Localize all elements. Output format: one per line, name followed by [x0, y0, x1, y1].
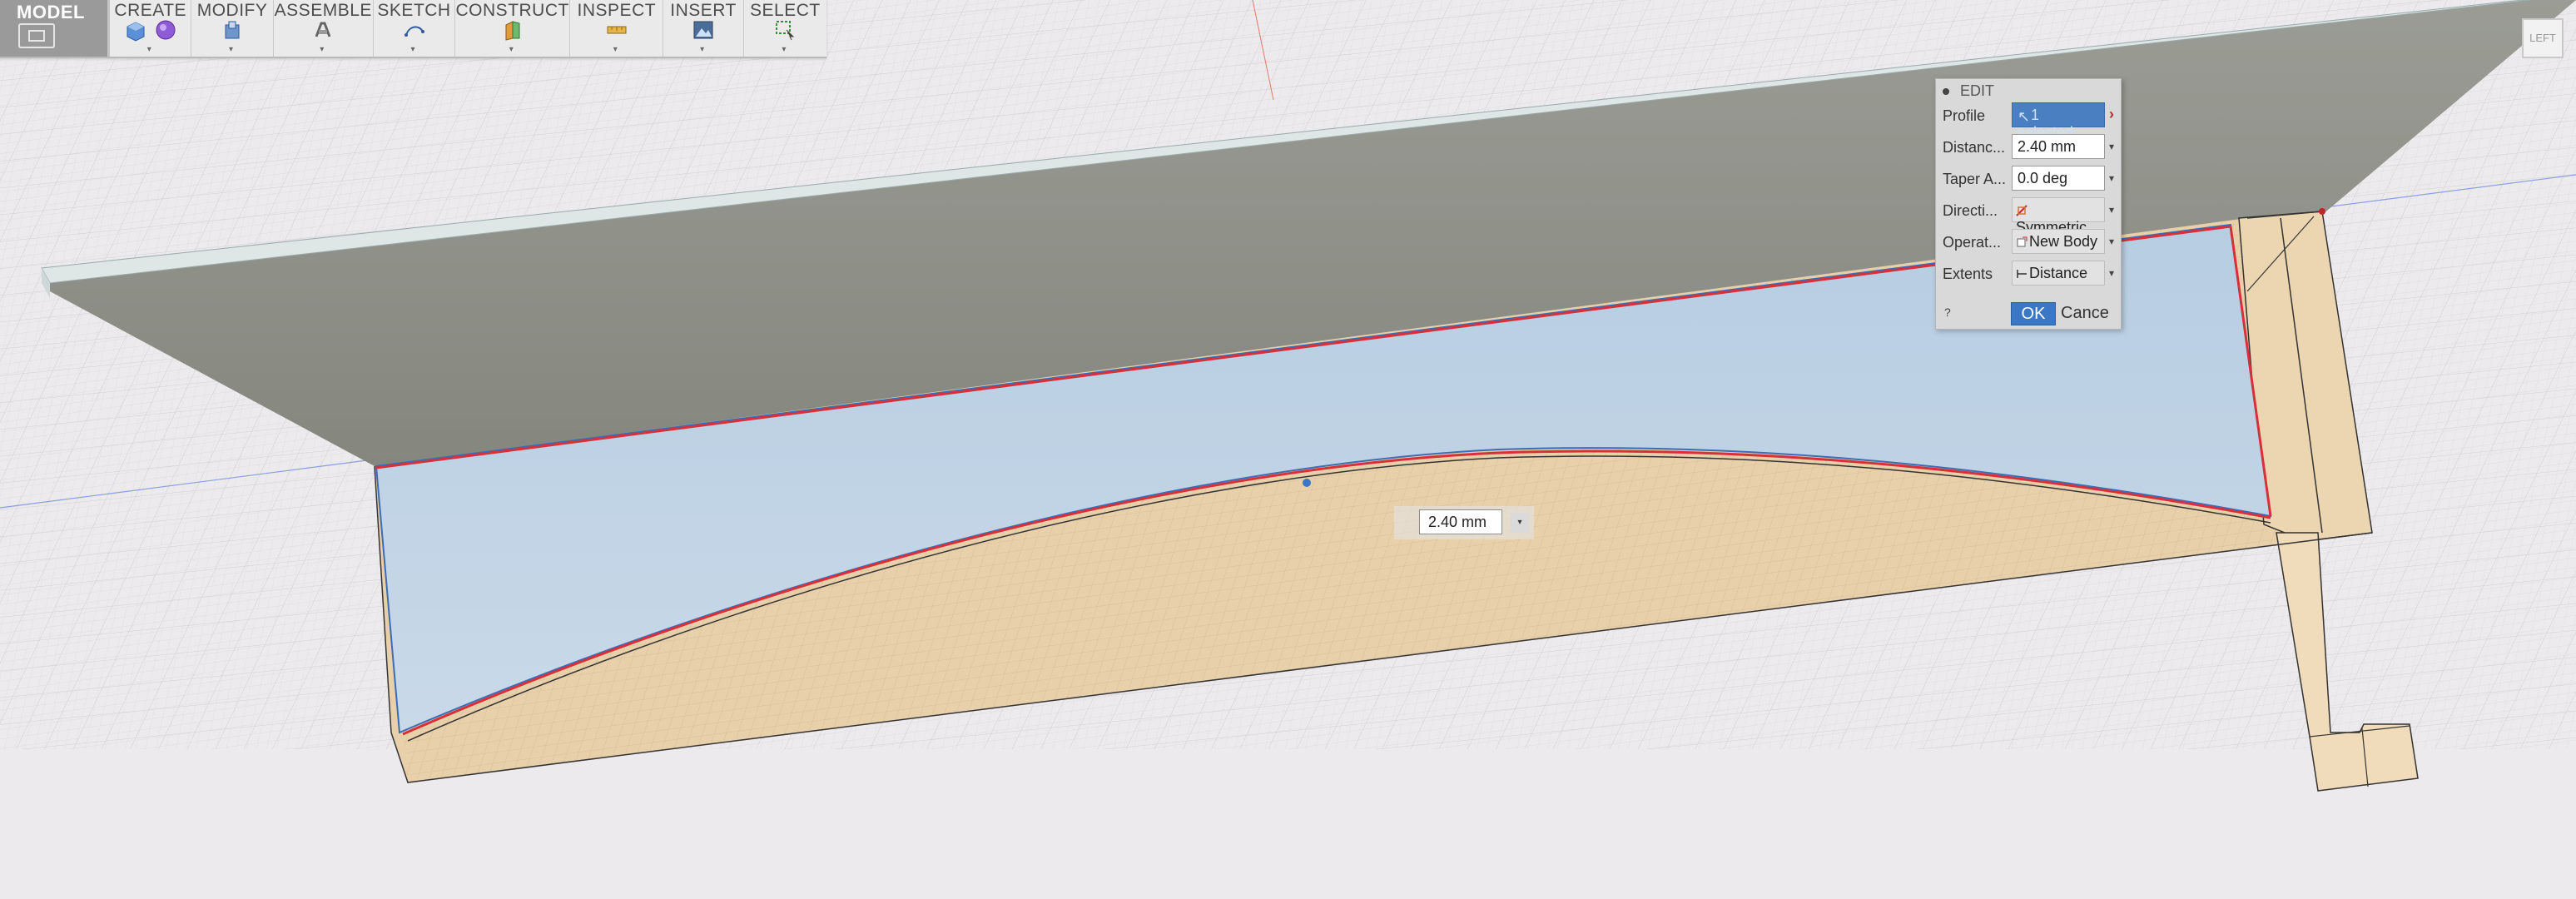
extrude-edit-panel: EDIT Profile ↖1 selected › Distanc... 2.…: [1935, 78, 2122, 330]
window-select-icon[interactable]: [773, 18, 797, 42]
toolbar-select[interactable]: SELECT ▾: [744, 0, 826, 57]
cursor-icon: ↖: [2018, 108, 2031, 125]
profile-selector[interactable]: ↖1 selected: [2012, 102, 2105, 141]
taper-dropdown-icon[interactable]: ▾: [2109, 172, 2114, 184]
toolbar-modify[interactable]: MODIFY ▾: [191, 0, 274, 57]
toolbar-inspect[interactable]: INSPECT ▾: [570, 0, 664, 57]
panel-title: EDIT: [1960, 82, 1995, 99]
panel-grip-icon: [1943, 88, 1949, 96]
joint-icon[interactable]: [311, 18, 335, 42]
toolbar-assemble[interactable]: ASSEMBLE ▾: [274, 0, 374, 57]
taper-angle-field[interactable]: 0.0 deg: [2012, 166, 2105, 191]
extents-dropdown-icon[interactable]: ▾: [2109, 267, 2114, 279]
distance-extent-icon: [2017, 270, 2027, 278]
row-extents: Extents Distance ▾: [1943, 261, 2117, 287]
insert-dropdown-icon[interactable]: ▾: [700, 45, 704, 54]
sketch-line-icon[interactable]: [403, 18, 426, 42]
distance-label: Distanc...: [1943, 139, 2006, 156]
insert-image-icon[interactable]: [692, 18, 715, 42]
select-dropdown-icon[interactable]: ▾: [782, 45, 786, 54]
inspect-dropdown-icon[interactable]: ▾: [613, 45, 618, 54]
row-taper: Taper A... 0.0 deg ▾: [1943, 166, 2117, 192]
taper-label: Taper A...: [1943, 171, 2007, 187]
toolbar-create[interactable]: CREATE ▾: [110, 0, 192, 57]
ok-button[interactable]: OK: [2011, 302, 2056, 325]
new-body-icon: [2017, 236, 2028, 247]
model-workspace-icon: [18, 23, 55, 48]
clear-selection-icon[interactable]: ›: [2109, 106, 2114, 123]
row-distance: Distanc... 2.40 mm ▾: [1943, 134, 2117, 161]
distance-heads-up-dropdown-icon[interactable]: ▾: [1511, 513, 1529, 533]
main-toolbar: MODEL CREATE ▾ MODIFY ▾ ASSEMBLE ▾ SKETC…: [0, 0, 826, 58]
viewcube[interactable]: LEFT: [2522, 18, 2564, 58]
profile-label: Profile: [1943, 107, 1986, 124]
workspace-label: MODEL: [17, 2, 85, 22]
press-pull-icon[interactable]: [221, 18, 244, 42]
modify-dropdown-icon[interactable]: ▾: [229, 45, 233, 54]
sketch-dropdown-icon[interactable]: ▾: [411, 45, 415, 54]
toolbar-insert[interactable]: INSERT ▾: [663, 0, 744, 57]
distance-heads-up-field[interactable]: 2.40 mm: [1419, 509, 1502, 534]
row-operation: Operat... New Body ▾: [1943, 229, 2117, 256]
3d-viewport[interactable]: [0, 0, 2576, 899]
operation-dropdown-icon[interactable]: ▾: [2109, 236, 2114, 247]
operation-label: Operat...: [1943, 234, 2002, 251]
create-dropdown-icon[interactable]: ▾: [147, 45, 151, 54]
direction-label: Directi...: [1943, 202, 1998, 219]
extents-select[interactable]: Distance: [2012, 261, 2105, 286]
form-sphere-icon[interactable]: [154, 18, 177, 42]
extrude-box-icon[interactable]: [124, 18, 147, 42]
distance-manipulator-handle[interactable]: [1303, 479, 1311, 487]
construct-dropdown-icon[interactable]: ▾: [509, 45, 514, 54]
toolbar-sketch[interactable]: SKETCH ▾: [374, 0, 456, 57]
direction-select[interactable]: Symmetric: [2012, 197, 2105, 236]
toolbar-construct[interactable]: CONSTRUCT ▾: [455, 0, 571, 57]
measure-icon[interactable]: [605, 18, 628, 42]
operation-select[interactable]: New Body: [2012, 229, 2105, 254]
help-icon[interactable]: ?: [1944, 305, 1951, 319]
symmetric-icon: [2016, 205, 2028, 216]
corner-point[interactable]: [2319, 208, 2325, 215]
assemble-dropdown-icon[interactable]: ▾: [320, 45, 324, 54]
panel-footer: ? OK Cance: [1936, 302, 2121, 327]
viewcube-face-label: LEFT: [2529, 32, 2556, 44]
workspace-switcher[interactable]: MODEL: [0, 0, 111, 57]
direction-dropdown-icon[interactable]: ▾: [2109, 204, 2114, 216]
construction-plane-icon[interactable]: [501, 18, 524, 42]
panel-header[interactable]: EDIT: [1943, 82, 1994, 102]
distance-field[interactable]: 2.40 mm: [2012, 134, 2105, 159]
distance-dropdown-icon[interactable]: ▾: [2109, 141, 2114, 152]
extents-label: Extents: [1943, 266, 1993, 282]
row-profile: Profile ↖1 selected ›: [1943, 102, 2117, 141]
row-direction: Directi... Symmetric ▾: [1943, 197, 2117, 236]
cancel-button[interactable]: Cance: [2061, 302, 2116, 324]
